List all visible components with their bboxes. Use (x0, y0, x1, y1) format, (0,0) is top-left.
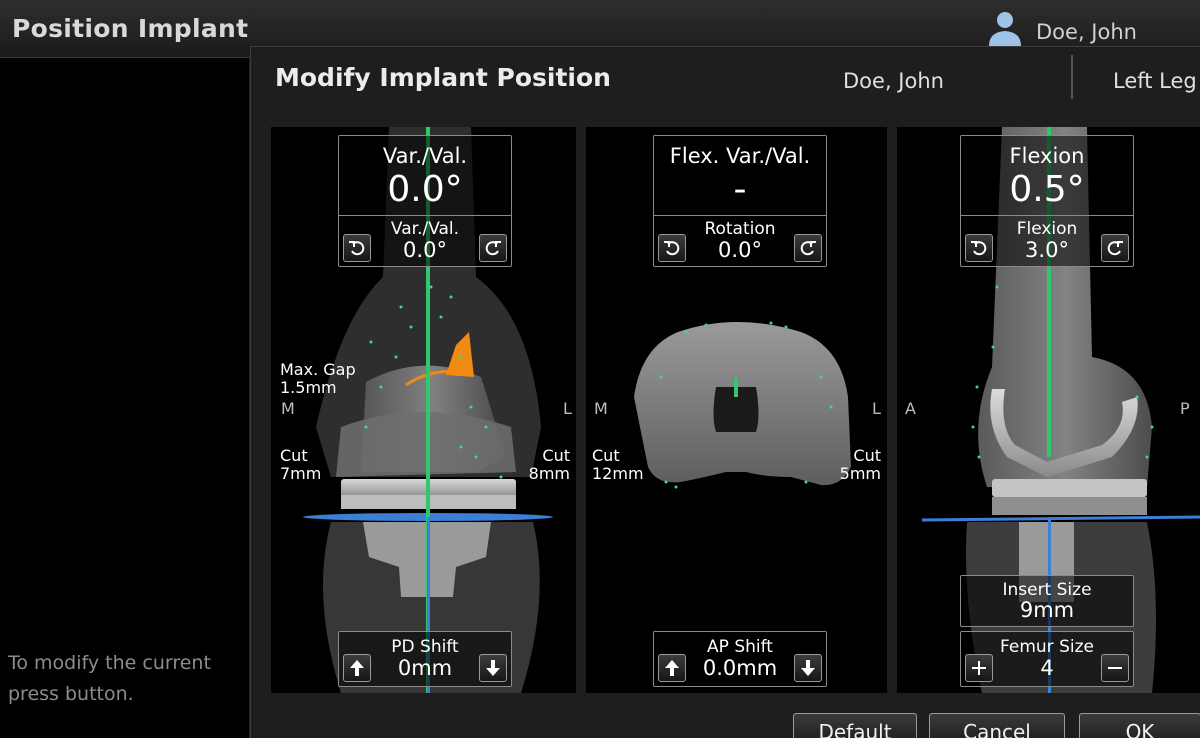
varval-rotate-cw-button[interactable] (479, 234, 507, 262)
rotation-ccw-button[interactable] (658, 234, 686, 262)
femur-size-control: Femur Size 4 (960, 631, 1134, 687)
medial-label: M (594, 399, 608, 418)
lateral-label: L (563, 399, 572, 418)
pd-shift-control: PD Shift 0mm (338, 631, 512, 687)
cut-left-value: 7mm (280, 464, 322, 483)
lateral-label: L (872, 399, 881, 418)
cut-left-label: Cut (592, 446, 620, 465)
app-title: Position Implant (12, 14, 249, 43)
cancel-button[interactable]: Cancel (929, 713, 1065, 738)
axial-view-panel[interactable]: Flex. Var./Val. - Rotation 0.0° M L Cut … (586, 127, 887, 693)
cut-right-value: 8mm (528, 464, 570, 483)
header-divider (1071, 55, 1073, 99)
cut-left-label: Cut (280, 446, 308, 465)
patient-name: Doe, John (843, 69, 944, 93)
varval-title: Var./Val. (382, 144, 468, 168)
anterior-label: A (905, 399, 916, 418)
modify-implant-dialog: Modify Implant Position Doe, John Left L… (250, 46, 1200, 738)
rotate-ccw-icon (971, 241, 987, 256)
sagittal-view-panel[interactable]: Flexion 0.5° Flexion 3.0° A P Insert Siz… (897, 127, 1200, 693)
cut-right-value: 5mm (839, 464, 881, 483)
varval-rotate-ccw-button[interactable] (343, 234, 371, 262)
ap-shift-down-button[interactable] (794, 654, 822, 682)
rotate-cw-icon (1107, 241, 1123, 256)
sidebar: To modify the current press button. (0, 58, 250, 738)
arrow-down-icon (801, 660, 815, 676)
flexion-title: Flexion (1009, 144, 1085, 168)
max-gap-label: Max. Gap (280, 360, 356, 379)
sidebar-hint: To modify the current press button. (8, 648, 211, 710)
flexion-cw-button[interactable] (1101, 234, 1129, 262)
max-gap-annotation: Max. Gap 1.5mm (280, 361, 356, 397)
varval-readout: Var./Val. 0.0° Var./Val. 0.0° (338, 135, 512, 267)
cut-right-annotation: Cut 8mm (529, 447, 570, 483)
cut-left-value: 12mm (592, 464, 644, 483)
hint-line-1: To modify the current (8, 652, 211, 674)
ok-button[interactable]: OK (1079, 713, 1200, 738)
arrow-up-icon (350, 660, 364, 676)
dialog-title: Modify Implant Position (275, 63, 611, 92)
insert-size-value: 9mm (1019, 598, 1075, 622)
insert-size-label: Insert Size (1002, 580, 1092, 600)
flex-varval-title: Flex. Var./Val. (669, 144, 811, 168)
posterior-label: P (1180, 399, 1190, 418)
insert-size-readout: Insert Size 9mm (960, 575, 1134, 627)
max-gap-value: 1.5mm (280, 378, 337, 397)
minus-icon (1108, 667, 1122, 669)
readout-divider (654, 215, 826, 216)
femur-size-increase-button[interactable] (965, 654, 993, 682)
rotate-cw-icon (800, 241, 816, 256)
arrow-up-icon (665, 660, 679, 676)
user-icon (985, 8, 1025, 48)
flexion-readout: Flexion 0.5° Flexion 3.0° (960, 135, 1134, 267)
user-name: Doe, John (1036, 20, 1137, 44)
arrow-down-icon (486, 660, 500, 676)
pd-shift-up-button[interactable] (343, 654, 371, 682)
flexion-value: 0.5° (1009, 169, 1085, 210)
hint-line-2: press button. (8, 683, 134, 705)
ap-shift-control: AP Shift 0.0mm (653, 631, 827, 687)
default-button[interactable]: Default (793, 713, 917, 738)
flex-varval-value: - (733, 169, 747, 210)
ap-shift-up-button[interactable] (658, 654, 686, 682)
readout-divider (961, 215, 1133, 216)
flexion-ccw-button[interactable] (965, 234, 993, 262)
cut-right-label: Cut (853, 446, 881, 465)
femur-size-decrease-button[interactable] (1101, 654, 1129, 682)
cut-left-annotation: Cut 12mm (592, 447, 644, 483)
flex-varval-readout: Flex. Var./Val. - Rotation 0.0° (653, 135, 827, 267)
leg-label: Left Leg (1113, 69, 1197, 93)
medial-label: M (281, 399, 295, 418)
rotation-cw-button[interactable] (794, 234, 822, 262)
readout-divider (339, 215, 511, 216)
rotate-cw-icon (485, 241, 501, 256)
cut-left-annotation: Cut 7mm (280, 447, 321, 483)
plus-icon (972, 661, 986, 675)
cut-right-annotation: Cut 5mm (840, 447, 881, 483)
cut-right-label: Cut (542, 446, 570, 465)
pd-shift-down-button[interactable] (479, 654, 507, 682)
rotate-ccw-icon (664, 241, 680, 256)
rotate-ccw-icon (349, 241, 365, 256)
frontal-view-panel[interactable]: Var./Val. 0.0° Var./Val. 0.0° M L Max. G… (271, 127, 576, 693)
varval-value: 0.0° (387, 169, 463, 210)
